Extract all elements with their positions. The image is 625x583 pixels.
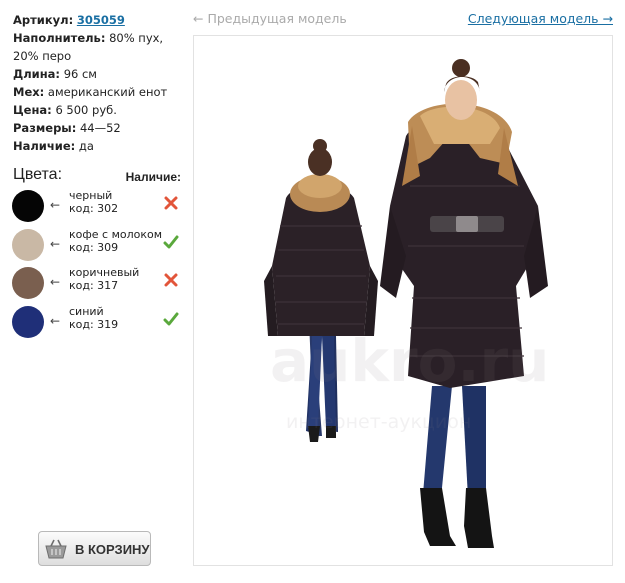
spec-label: Размеры:: [13, 121, 77, 135]
color-swatch[interactable]: [12, 267, 44, 299]
color-option-brown[interactable]: ← коричневый код: 317: [12, 266, 182, 300]
color-option-blue[interactable]: ← синий код: 319: [12, 305, 182, 339]
previous-model-link[interactable]: ← Предыдущая модель: [193, 11, 347, 26]
watermark: aukro.ru интернет-аукцион: [270, 327, 549, 433]
article-link[interactable]: 305059: [77, 13, 125, 27]
spec-label: Наличие:: [13, 139, 76, 153]
colors-header: Цвета: Наличие:: [13, 166, 181, 186]
spec-length: Длина: 96 см: [13, 65, 185, 83]
product-photo[interactable]: aukro.ru интернет-аукцион: [193, 35, 613, 566]
color-code: код: 309: [69, 241, 119, 254]
spec-value: 6 500 руб.: [55, 103, 117, 117]
arrow-left-icon: ←: [50, 237, 61, 251]
spec-value: 96 см: [63, 67, 97, 81]
watermark-brand: aukro.ru: [270, 327, 549, 395]
color-name: коричневый: [69, 266, 140, 279]
spec-filler: Наполнитель: 80% пух, 20% перо: [13, 29, 185, 65]
arrow-left-icon: ←: [50, 314, 61, 328]
check-icon: [163, 235, 179, 249]
spec-price: Цена: 6 500 руб.: [13, 101, 185, 119]
spec-value: да: [78, 139, 94, 153]
color-option-cafe-au-lait[interactable]: ← кофе с молоком код: 309: [12, 228, 182, 262]
spec-value: американский енот: [47, 85, 168, 99]
add-to-cart-button[interactable]: В КОРЗИНУ: [38, 531, 151, 566]
basket-icon: [45, 539, 67, 559]
spec-label: Длина:: [13, 67, 61, 81]
color-swatch[interactable]: [12, 229, 44, 261]
color-name: черный: [69, 189, 113, 202]
watermark-tagline: интернет-аукцион: [286, 411, 471, 433]
color-name: кофе с молоком: [69, 228, 163, 241]
next-model-link[interactable]: Следующая модель →: [468, 11, 613, 26]
spec-label: Артикул:: [13, 13, 74, 27]
cross-icon: [164, 196, 178, 210]
color-name: синий: [69, 305, 104, 318]
color-swatch[interactable]: [12, 190, 44, 222]
back-view-model: [264, 139, 378, 442]
add-to-cart-label: В КОРЗИНУ: [75, 542, 150, 557]
spec-fur: Мех: американский енот: [13, 83, 185, 101]
check-icon: [163, 312, 179, 326]
colors-title: Цвета:: [13, 166, 63, 183]
color-code: код: 302: [69, 202, 119, 215]
spec-label: Цена:: [13, 103, 52, 117]
spec-sizes: Размеры: 44—52: [13, 119, 185, 137]
spec-label: Наполнитель:: [13, 31, 106, 45]
spec-availability: Наличие: да: [13, 137, 185, 155]
cross-icon: [164, 273, 178, 287]
color-swatch[interactable]: [12, 306, 44, 338]
product-photo-image: aukro.ru интернет-аукцион: [264, 59, 549, 548]
spec-article: Артикул: 305059: [13, 11, 185, 29]
color-code: код: 317: [69, 279, 119, 292]
front-view-model: [380, 59, 548, 548]
color-code: код: 319: [69, 318, 119, 331]
availability-column-title: Наличие:: [125, 170, 181, 184]
spec-value: 44—52: [79, 121, 121, 135]
arrow-left-icon: ←: [50, 275, 61, 289]
product-specs: Артикул: 305059 Наполнитель: 80% пух, 20…: [13, 11, 185, 155]
spec-label: Мех:: [13, 85, 45, 99]
arrow-left-icon: ←: [50, 198, 61, 212]
color-option-black[interactable]: ← черный код: 302: [12, 189, 182, 223]
